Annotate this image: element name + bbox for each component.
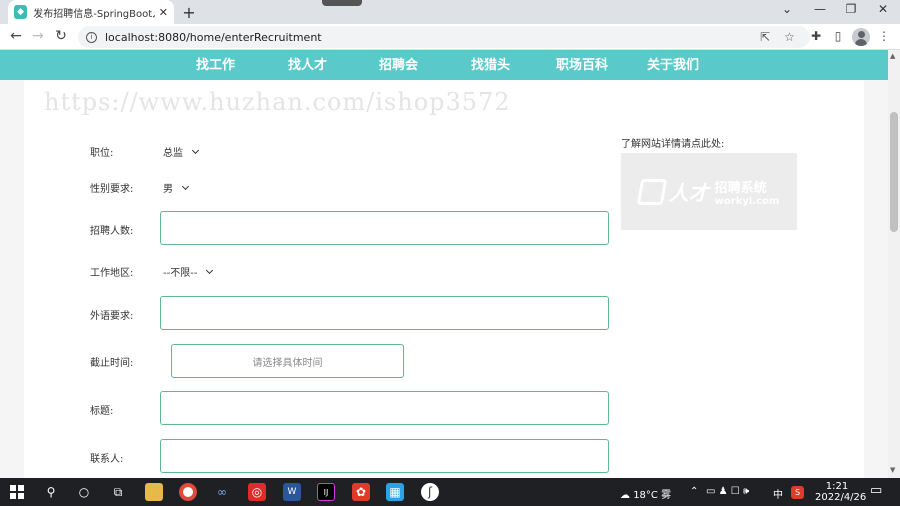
watermark-text: https://www.huzhan.com/ishop3572 xyxy=(44,88,511,116)
scroll-down-icon[interactable]: ▼ xyxy=(890,466,895,474)
omnibox[interactable]: i localhost:8080/home/enterRecruitment ⇱… xyxy=(78,26,810,48)
position-value: 总监 xyxy=(163,148,183,159)
bookmark-star-icon[interactable]: ☆ xyxy=(784,30,795,44)
weather-widget[interactable]: ☁ 18°C 雾 xyxy=(620,486,671,501)
tab-list-chevron-icon[interactable]: ⌄ xyxy=(777,2,797,16)
chrome-icon[interactable] xyxy=(179,483,197,501)
search-icon[interactable]: ⚲ xyxy=(42,483,60,501)
logo-right-block: 招聘系统 workyi.com xyxy=(715,177,780,207)
nav-find-talent[interactable]: 找人才 xyxy=(288,54,327,73)
app-red-icon[interactable]: ✿ xyxy=(352,483,370,501)
scroll-up-icon[interactable]: ▲ xyxy=(890,52,895,60)
address-toolbar: ← → ↻ i localhost:8080/home/enterRecruit… xyxy=(0,24,900,50)
cortana-icon[interactable]: ○ xyxy=(75,483,93,501)
visual-studio-icon[interactable]: ∞ xyxy=(213,483,231,501)
profile-avatar-icon[interactable] xyxy=(852,28,870,46)
tray-app-icon[interactable]: S xyxy=(791,486,804,499)
chevron-down-icon xyxy=(181,182,190,190)
deadline-placeholder: 请选择具体时间 xyxy=(252,357,323,369)
clock-date: 2022/4/26 xyxy=(815,492,867,503)
chevron-down-icon xyxy=(206,266,214,274)
windows-taskbar: ⚲ ○ ⧉ ∞ ◎ W IJ ✿ ▦ ʃ ☁ 18°C 雾 ⌃ ▭ ♟ ☐ 🕪 … xyxy=(0,478,900,506)
gender-label: 性别要求: xyxy=(90,184,134,195)
logo-domain-text: workyi.com xyxy=(714,195,780,207)
site-navbar: 找工作 找人才 招聘会 找猎头 职场百科 关于我们 xyxy=(0,50,888,80)
nav-find-job[interactable]: 找工作 xyxy=(196,54,235,73)
url-text[interactable]: localhost:8080/home/enterRecruitment xyxy=(105,31,322,44)
scroll-thumb[interactable] xyxy=(890,112,898,232)
contact-label: 联系人: xyxy=(90,454,124,465)
logo-system-text: 招聘系统 xyxy=(714,180,767,196)
site-logo-banner[interactable]: 人才 招聘系统 workyi.com xyxy=(621,153,797,230)
intellij-icon[interactable]: IJ xyxy=(317,483,335,501)
tray-misc-icons[interactable]: ▭ ♟ ☐ 🕪 xyxy=(706,486,749,497)
gender-value: 男 xyxy=(163,184,173,195)
word-icon[interactable]: W xyxy=(283,483,301,501)
minimize-icon[interactable]: — xyxy=(810,2,830,16)
task-view-icon[interactable]: ⧉ xyxy=(109,483,127,501)
site-info-label: 了解网站详情请点此处: xyxy=(621,139,725,150)
title-label: 标题: xyxy=(90,406,114,417)
nav-about-us[interactable]: 关于我们 xyxy=(647,54,699,73)
position-label: 职位: xyxy=(90,148,114,159)
clock-time: 1:21 xyxy=(825,481,849,492)
back-arrow-icon[interactable]: ← xyxy=(6,28,26,44)
region-label: 工作地区: xyxy=(90,268,134,279)
nav-job-fair[interactable]: 招聘会 xyxy=(379,54,418,73)
contact-input[interactable] xyxy=(160,439,609,473)
forward-arrow-icon[interactable]: → xyxy=(28,28,48,44)
language-input[interactable] xyxy=(160,296,609,330)
extensions-puzzle-icon[interactable]: ✚ xyxy=(808,29,824,43)
restore-icon[interactable]: ❐ xyxy=(841,2,861,16)
notification-icon[interactable]: ▭ xyxy=(870,483,882,498)
weather-text: 18°C 雾 xyxy=(633,490,672,501)
tab-search-handle[interactable] xyxy=(322,0,362,6)
language-label: 外语要求: xyxy=(90,311,134,322)
nav-career-wiki[interactable]: 职场百科 xyxy=(556,54,608,73)
file-explorer-icon[interactable] xyxy=(145,483,163,501)
logo-mark-icon xyxy=(636,178,667,205)
headcount-input[interactable] xyxy=(160,211,609,245)
headcount-label: 招聘人数: xyxy=(90,226,134,237)
gender-select[interactable]: 男 xyxy=(163,180,190,195)
taskbar-clock[interactable]: 1:21 2022/4/26 xyxy=(815,481,867,503)
logo-cn-text: 人才 xyxy=(668,181,709,205)
chevron-down-icon xyxy=(191,146,200,154)
app-blue-icon[interactable]: ▦ xyxy=(386,483,404,501)
reload-icon[interactable]: ↻ xyxy=(51,28,71,44)
close-window-icon[interactable]: ✕ xyxy=(873,2,893,16)
position-select[interactable]: 总监 xyxy=(163,144,200,159)
favicon-icon: ◆ xyxy=(14,5,28,19)
site-info-icon[interactable]: i xyxy=(86,31,97,43)
close-tab-icon[interactable]: ✕ xyxy=(159,6,168,19)
region-select[interactable]: --不限-- xyxy=(163,264,214,279)
tab-strip: ◆ 发布招聘信息-SpringBoot人才招聘 ✕ + ⌄ — ❐ ✕ xyxy=(0,0,900,24)
app-feather-icon[interactable]: ʃ xyxy=(421,483,439,501)
nav-headhunter[interactable]: 找猎头 xyxy=(471,54,510,73)
windows-start-icon[interactable] xyxy=(8,483,26,501)
region-value: --不限-- xyxy=(163,268,198,279)
browser-tab[interactable]: ◆ 发布招聘信息-SpringBoot人才招聘 ✕ xyxy=(8,0,174,24)
tab-title: 发布招聘信息-SpringBoot人才招聘 xyxy=(33,8,155,20)
new-tab-button[interactable]: + xyxy=(180,3,198,22)
share-icon[interactable]: ⇱ xyxy=(760,30,770,44)
page-scrollbar[interactable]: ▲ ▼ xyxy=(888,50,900,478)
tray-arrow-icon[interactable]: ⌃ xyxy=(690,486,698,497)
browser-menu-icon[interactable]: ⋮ xyxy=(876,29,892,43)
ime-indicator[interactable]: 中 xyxy=(773,486,783,501)
title-input[interactable] xyxy=(160,391,609,425)
deadline-label: 截止时间: xyxy=(90,358,134,369)
deadline-date-input[interactable]: 请选择具体时间 xyxy=(171,344,404,378)
netease-music-icon[interactable]: ◎ xyxy=(248,483,266,501)
side-panel-icon[interactable]: ▯ xyxy=(830,29,846,43)
